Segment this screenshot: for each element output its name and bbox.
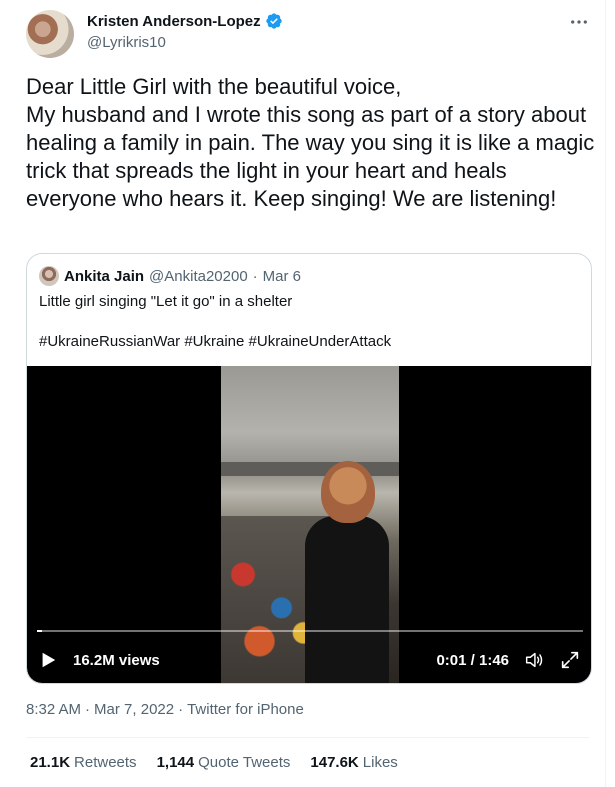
quoted-handle: @Ankita20200 <box>149 267 248 285</box>
video-views: 16.2M views <box>73 651 160 669</box>
quoted-avatar <box>39 266 59 286</box>
stat-label: Likes <box>362 754 398 771</box>
timeline-border <box>605 0 606 787</box>
video-frame <box>221 366 399 683</box>
quoted-date: Mar 6 <box>262 267 302 285</box>
stat-likes[interactable]: 147.6K Likes <box>310 754 397 771</box>
video-player[interactable]: 16.2M views 0:01 / 1:46 <box>27 366 591 683</box>
fullscreen-icon[interactable] <box>559 649 581 671</box>
play-icon[interactable] <box>39 650 59 670</box>
video-progress-fill <box>37 630 43 632</box>
quoted-header: Ankita Jain @Ankita20200 · Mar 6 <box>39 266 301 286</box>
stat-label: Quote Tweets <box>198 754 291 771</box>
quoted-separator: · <box>252 267 258 285</box>
tweet-time[interactable]: 8:32 AM <box>26 701 81 718</box>
video-right-controls: 0:01 / 1:46 <box>436 649 581 671</box>
author-display-name[interactable]: Kristen Anderson-Lopez <box>87 13 261 30</box>
stat-value: 147.6K <box>310 754 359 771</box>
author-name-row: Kristen Anderson-Lopez <box>87 12 283 30</box>
video-girl-head <box>321 461 375 523</box>
tweet-text: Dear Little Girl with the beautiful voic… <box>26 74 595 211</box>
verified-badge-icon <box>265 12 283 30</box>
volume-icon[interactable] <box>523 649 545 671</box>
video-ceiling <box>221 366 399 476</box>
tweet-source[interactable]: Twitter for iPhone <box>187 701 304 718</box>
quoted-display-name: Ankita Jain <box>64 267 145 285</box>
author-handle[interactable]: @Lyrikris10 <box>87 34 166 51</box>
avatar[interactable] <box>26 10 74 58</box>
stat-quote-tweets[interactable]: 1,144 Quote Tweets <box>157 754 291 771</box>
meta-separator: · <box>178 701 184 718</box>
quoted-hashtags: #UkraineRussianWar #Ukraine #UkraineUnde… <box>39 333 392 350</box>
more-icon[interactable] <box>569 12 589 32</box>
stat-value: 1,144 <box>156 754 195 771</box>
tweet-stats: 21.1K Retweets 1,144 Quote Tweets 147.6K… <box>30 754 398 771</box>
tweet-meta: 8:32 AM · Mar 7, 2022 · Twitter for iPho… <box>26 701 304 718</box>
divider <box>26 737 589 738</box>
stat-retweets[interactable]: 21.1K Retweets <box>30 754 137 771</box>
tweet-date[interactable]: Mar 7, 2022 <box>94 701 174 718</box>
video-progress-bar[interactable] <box>37 630 583 632</box>
video-controls: 16.2M views 0:01 / 1:46 <box>39 648 581 672</box>
stat-value: 21.1K <box>30 754 71 771</box>
quoted-text: Little girl singing "Let it go" in a she… <box>39 293 293 310</box>
meta-separator: · <box>85 701 91 718</box>
quoted-tweet[interactable]: Ankita Jain @Ankita20200 · Mar 6 Little … <box>26 253 592 684</box>
tweet: Kristen Anderson-Lopez @Lyrikris10 Dear … <box>0 0 615 787</box>
video-beam <box>221 462 399 476</box>
video-time: 0:01 / 1:46 <box>436 651 509 669</box>
stat-label: Retweets <box>74 754 137 771</box>
